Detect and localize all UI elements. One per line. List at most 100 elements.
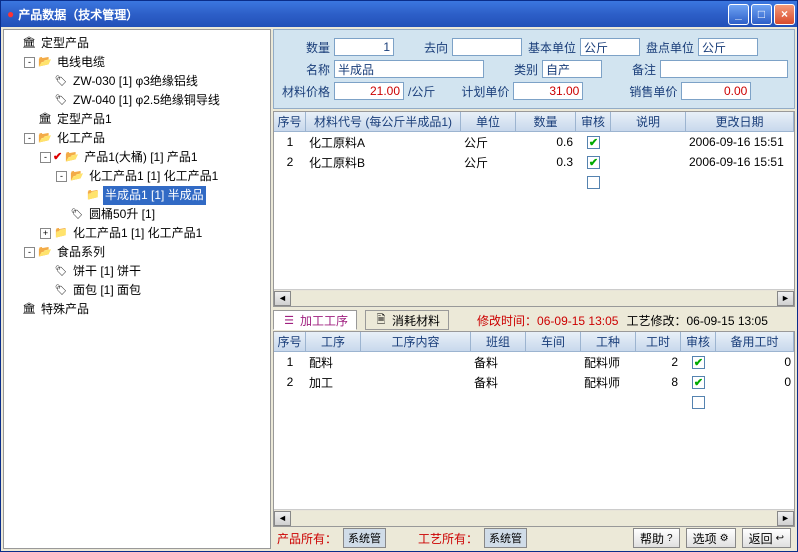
saleprice-label: 销售单价 — [627, 83, 677, 100]
prod-owner-chip[interactable]: 系统管 — [343, 528, 386, 548]
planprice-value: 31.00 — [513, 82, 583, 100]
process-grid[interactable]: 序号 工序 工序内容 班组 车间 工种 工时 审核 备用工时 1配料备料配料师2… — [273, 331, 795, 527]
collapse-icon[interactable]: - — [24, 57, 35, 68]
hscrollbar[interactable]: ◄ ► — [274, 289, 794, 306]
tree-prod1[interactable]: 产品1(大桶) [1] 产品1 — [82, 148, 199, 167]
col-date[interactable]: 更改日期 — [686, 112, 794, 131]
tab-materials[interactable]: 🗎消耗材料 — [365, 310, 449, 330]
table-row-empty[interactable] — [274, 392, 794, 412]
table-row[interactable]: 2加工备料配料师8✔0 — [274, 372, 794, 392]
tree-food[interactable]: 食品系列 — [55, 243, 107, 262]
col-unit[interactable]: 单位 — [461, 112, 516, 131]
help-button[interactable]: 帮助? — [633, 528, 680, 548]
list-icon: ☰ — [282, 313, 296, 327]
folder-icon — [85, 189, 101, 203]
tree-root-fixed[interactable]: 定型产品 — [39, 34, 91, 53]
collapse-icon[interactable]: - — [56, 171, 67, 182]
baseunit-input[interactable]: 公斤 — [580, 38, 640, 56]
unit-suffix: /公斤 — [408, 83, 435, 100]
col-spare[interactable]: 备用工时 — [716, 332, 794, 351]
qty-label: 数量 — [280, 39, 330, 56]
col-seq[interactable]: 序号 — [274, 112, 306, 131]
titlebar: ● 产品数据（技术管理） _ □ × — [1, 1, 797, 27]
col-audit[interactable]: 审核 — [576, 112, 611, 131]
checkbox[interactable]: ✔ — [692, 356, 705, 369]
tree-zw030[interactable]: ZW-030 [1] φ3绝缘铝线 — [71, 72, 200, 91]
scroll-left-icon[interactable]: ◄ — [274, 511, 291, 526]
product-tree[interactable]: 定型产品 - 电线电缆 ZW-030 [1] φ3绝缘铝线 ZW-040 [1] … — [3, 29, 271, 549]
checkbox[interactable] — [587, 176, 600, 189]
collapse-icon[interactable]: - — [40, 152, 51, 163]
tree-barrel[interactable]: 圆桶50升 [1] — [87, 205, 157, 224]
checkbox[interactable]: ✔ — [587, 156, 600, 169]
folder-open-icon — [37, 56, 53, 70]
col-content[interactable]: 工序内容 — [361, 332, 471, 351]
table-row[interactable]: 1配料备料配料师2✔0 — [274, 352, 794, 372]
qty-input[interactable]: 1 — [334, 38, 394, 56]
product-form: 数量 1 去向 基本单位 公斤 盘点单位 公斤 名称 半成品 类别 自产 备注 — [273, 29, 795, 109]
col-shop[interactable]: 车间 — [526, 332, 581, 351]
maximize-button[interactable]: □ — [751, 4, 772, 25]
planprice-label: 计划单价 — [459, 83, 509, 100]
prod-owner-label: 产品所有： — [277, 530, 337, 547]
scroll-left-icon[interactable]: ◄ — [274, 291, 291, 306]
minimize-button[interactable]: _ — [728, 4, 749, 25]
col-audit2[interactable]: 审核 — [681, 332, 716, 351]
tree-chem1b[interactable]: 化工产品1 [1] 化工产品1 — [71, 224, 204, 243]
tree-bread[interactable]: 面包 [1] 面包 — [71, 281, 143, 300]
col-note[interactable]: 说明 — [611, 112, 686, 131]
tree-chem1[interactable]: 化工产品1 [1] 化工产品1 — [87, 167, 220, 186]
tree-root-special[interactable]: 特殊产品 — [39, 300, 91, 319]
collapse-icon[interactable]: - — [24, 247, 35, 258]
hscrollbar[interactable]: ◄ ► — [274, 509, 794, 526]
cat-input[interactable]: 自产 — [542, 60, 602, 78]
materials-grid[interactable]: 序号 材料代号 (每公斤半成品1) 单位 数量 审核 说明 更改日期 1化工原料… — [273, 111, 795, 307]
table-row[interactable]: 2化工原料B公斤0.3✔2006-09-16 15:51 — [274, 152, 794, 172]
leaf-icon — [53, 284, 69, 298]
folder-open-icon — [37, 132, 53, 146]
col-seq2[interactable]: 序号 — [274, 332, 306, 351]
col-type[interactable]: 工种 — [581, 332, 636, 351]
tree-chem[interactable]: 化工产品 — [55, 129, 107, 148]
page-icon: 🗎 — [374, 313, 388, 327]
col-code[interactable]: 材料代号 (每公斤半成品1) — [306, 112, 461, 131]
tree-semi1-selected[interactable]: 半成品1 [1] 半成品 — [103, 186, 206, 205]
tree-zw040[interactable]: ZW-040 [1] φ2.5绝缘铜导线 — [71, 91, 222, 110]
table-row-empty[interactable] — [274, 172, 794, 192]
window-title: 产品数据（技术管理） — [18, 6, 728, 23]
building-icon — [37, 113, 53, 127]
note-input[interactable] — [660, 60, 788, 78]
options-button[interactable]: 选项⚙ — [686, 528, 736, 548]
invunit-input[interactable]: 公斤 — [698, 38, 758, 56]
tree-cable[interactable]: 电线电缆 — [55, 53, 107, 72]
building-icon — [21, 303, 37, 317]
check-icon: ✔ — [53, 148, 62, 167]
checkbox[interactable]: ✔ — [692, 376, 705, 389]
close-button[interactable]: × — [774, 4, 795, 25]
checkbox[interactable] — [692, 396, 705, 409]
table-row[interactable]: 1化工原料A公斤0.6✔2006-09-16 15:51 — [274, 132, 794, 152]
proc-owner-chip[interactable]: 系统管 — [484, 528, 527, 548]
gear-icon: ⚙ — [720, 533, 729, 544]
expand-icon[interactable]: + — [40, 228, 51, 239]
col-op[interactable]: 工序 — [306, 332, 361, 351]
mod-time: 修改时间：06-09-15 13:05 — [477, 312, 618, 329]
dir-input[interactable] — [452, 38, 522, 56]
col-team[interactable]: 班组 — [471, 332, 526, 351]
help-icon: ? — [667, 533, 673, 544]
back-button[interactable]: 返回↩ — [742, 528, 791, 548]
scroll-right-icon[interactable]: ► — [777, 511, 794, 526]
tree-biscuit[interactable]: 饼干 [1] 饼干 — [71, 262, 143, 281]
col-hr[interactable]: 工时 — [636, 332, 681, 351]
scroll-right-icon[interactable]: ► — [777, 291, 794, 306]
name-input[interactable]: 半成品 — [334, 60, 484, 78]
invunit-label: 盘点单位 — [644, 39, 694, 56]
tab-process[interactable]: ☰加工工序 — [273, 310, 357, 330]
cat-label: 类别 — [488, 61, 538, 78]
tree-fixed1[interactable]: 定型产品1 — [55, 110, 114, 129]
col-qty[interactable]: 数量 — [516, 112, 576, 131]
collapse-icon[interactable]: - — [24, 133, 35, 144]
matprice-label: 材料价格 — [280, 83, 330, 100]
checkbox[interactable]: ✔ — [587, 136, 600, 149]
matprice-value: 21.00 — [334, 82, 404, 100]
